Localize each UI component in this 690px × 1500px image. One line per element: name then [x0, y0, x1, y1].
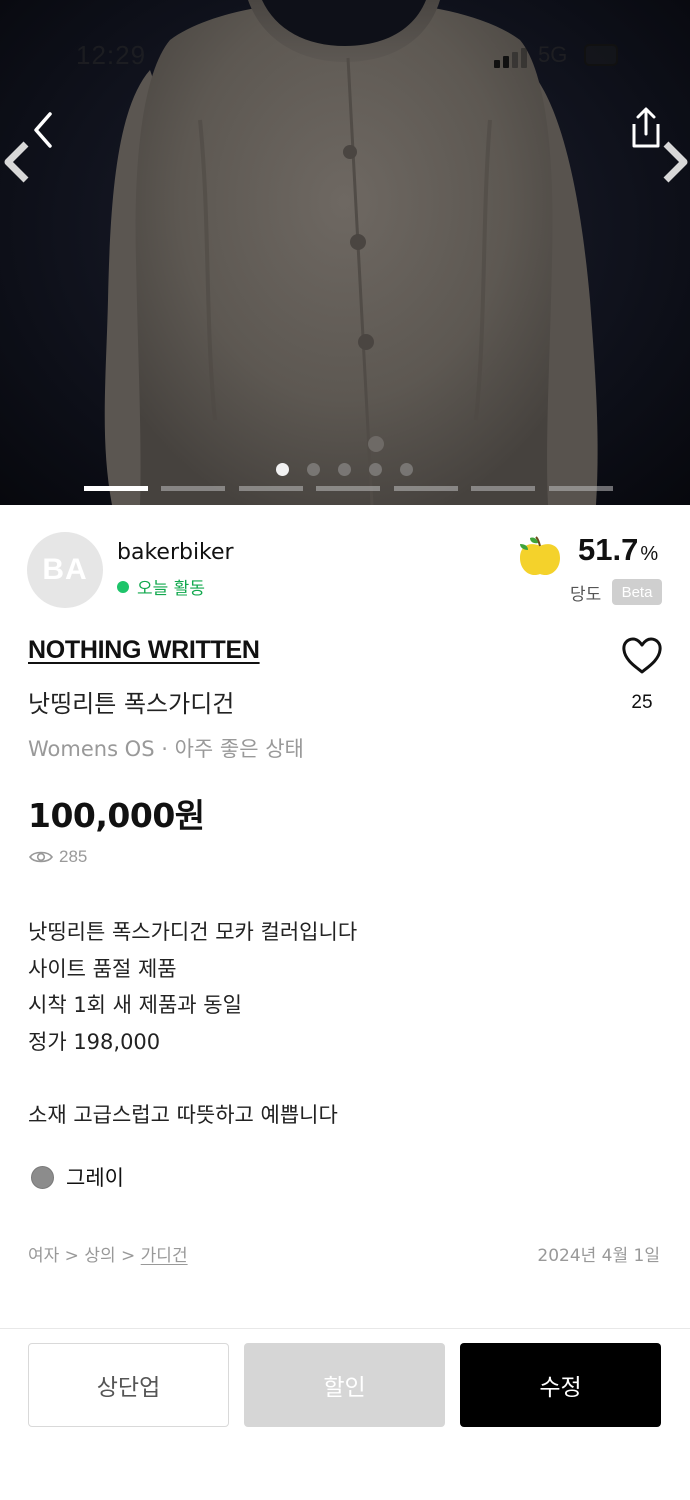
slide-segment [239, 486, 303, 491]
dot-2 [307, 463, 320, 476]
product-size-condition: Womens OS · 아주 좋은 상태 [28, 737, 304, 761]
color-name: 그레이 [66, 1166, 124, 1190]
breadcrumb-path: 여자 > 상의 > [28, 1246, 141, 1266]
back-icon[interactable] [28, 110, 62, 150]
apple-icon [520, 536, 560, 576]
sweetness-value: 51.7 [578, 532, 639, 567]
breadcrumb-leaf-link[interactable]: 가디건 [141, 1246, 188, 1266]
product-image-gallery[interactable]: 12:29 5G [0, 0, 690, 505]
slide-segment [316, 486, 380, 491]
discount-button[interactable]: 할인 [244, 1343, 445, 1427]
beta-badge: Beta [612, 579, 662, 605]
color-swatch [31, 1165, 54, 1189]
activity-label: 오늘 활동 [137, 579, 205, 599]
like-count: 25 [631, 692, 653, 713]
status-time: 12:29 [76, 40, 147, 70]
heart-icon[interactable] [620, 634, 664, 678]
image-dot-indicator [276, 463, 416, 477]
bump-button[interactable]: 상단업 [28, 1343, 229, 1427]
brand-link[interactable]: NOTHING WRITTEN [28, 636, 260, 665]
next-image-icon[interactable] [660, 140, 690, 184]
product-photo [104, 0, 598, 505]
category-breadcrumb: 여자 > 상의 > 가디건 [28, 1241, 188, 1266]
product-price: 100,000원 [28, 796, 205, 835]
network-label: 5G [538, 42, 568, 67]
previous-image-icon[interactable] [2, 140, 32, 184]
slide-segment [84, 486, 148, 491]
seller-name[interactable]: bakerbiker [117, 540, 234, 565]
view-count: 285 [29, 847, 87, 867]
image-progress-indicator [84, 486, 614, 491]
slide-segment [471, 486, 535, 491]
online-dot-icon [117, 580, 129, 593]
product-title: 낫띵리튼 폭스가디건 [28, 690, 235, 718]
sweetness-unit: % [640, 543, 659, 565]
signal-icon [494, 46, 530, 68]
dot-5 [400, 463, 413, 476]
product-description: 낫띵리튼 폭스가디건 모카 컬러입니다 사이트 품절 제품 시착 1회 새 제품… [28, 920, 358, 1127]
edit-button[interactable]: 수정 [460, 1343, 661, 1427]
seller-activity-status: 오늘 활동 [117, 574, 205, 599]
color-option: 그레이 [31, 1162, 124, 1192]
eye-icon [29, 851, 53, 863]
seller-avatar[interactable]: BA [27, 532, 103, 608]
dot-4 [369, 463, 382, 476]
dot-1 [276, 463, 289, 476]
dot-3 [338, 463, 351, 476]
sweetness-label: 당도 [570, 585, 602, 605]
posted-date: 2024년 4월 1일 [537, 1246, 660, 1266]
view-count-value: 285 [59, 847, 88, 866]
battery-icon [584, 44, 618, 66]
sweetness-score: 51.7% [578, 532, 658, 568]
slide-segment [394, 486, 458, 491]
slide-segment [549, 486, 613, 491]
slide-segment [161, 486, 225, 491]
status-bar: 12:29 5G [0, 40, 690, 74]
